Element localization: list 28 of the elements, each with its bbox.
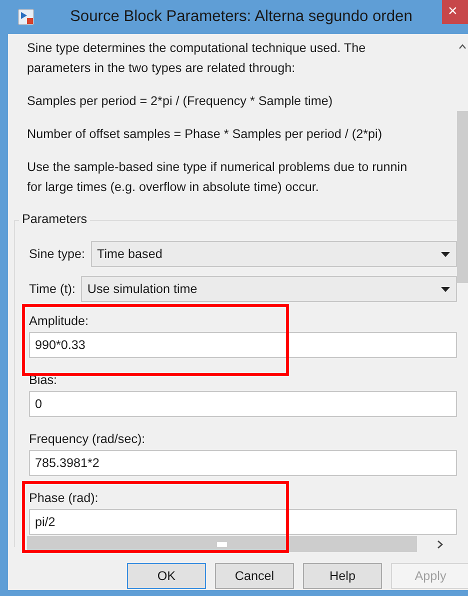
app-icon [18,9,34,25]
caret-icon [441,252,450,256]
window-title: Source Block Parameters: Alterna segundo orden [70,8,412,26]
field-label: Sine type: [29,246,86,262]
input-field[interactable]: 785.3981*2 [29,450,457,476]
horizontal-scrollbar[interactable] [27,536,417,552]
caret-icon [441,286,450,292]
close-button[interactable]: × [442,0,468,24]
dropdown[interactable]: Time based [91,241,457,267]
field-label: Amplitude: [29,313,89,329]
dropdown[interactable]: Use simulation time [81,276,457,302]
field-label: Frequency (rad/sec): [29,431,146,447]
group-title: Parameters [19,212,90,226]
field-label: Time (t): [29,281,76,297]
description-text: Use the sample-based sine type if numerical problems due to runnin [27,159,408,176]
description-text: Sine type determines the computational technique used. The [27,40,367,57]
description-text: for large times (e.g. overflow in absolute time) occur. [27,179,320,196]
field-label: Phase (rad): [29,490,98,506]
description-text: Samples per period = 2*pi / (Frequency * Sample time) [27,93,334,110]
input-field[interactable]: 990*0.33 [29,332,457,358]
input-field[interactable]: pi/2 [29,509,457,535]
field-label: Bias: [29,372,57,388]
dialog-button[interactable]: OK [127,563,206,589]
description-text: Number of offset samples = Phase * Samples per period / (2*pi) [27,126,384,143]
dialog-button[interactable]: Cancel [215,563,294,589]
dialog-button[interactable]: Help [303,563,382,589]
description-text: parameters in the two types are related through: [27,60,296,77]
input-field[interactable]: 0 [29,391,457,417]
